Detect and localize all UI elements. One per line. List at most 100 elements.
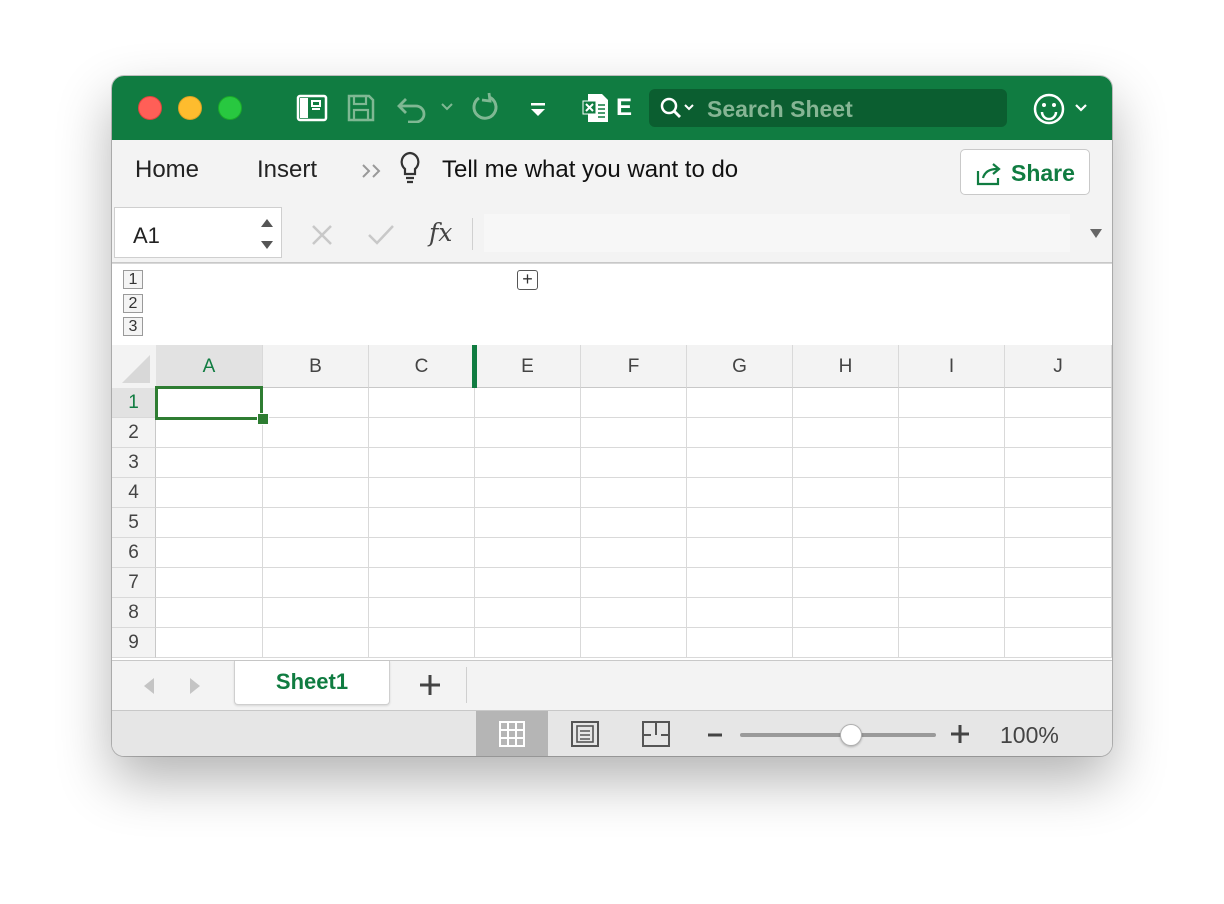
cell-j9[interactable] — [1005, 628, 1112, 658]
cell-f4[interactable] — [581, 478, 687, 508]
cell-a6[interactable] — [156, 538, 263, 568]
cell-h1[interactable] — [793, 388, 899, 418]
cell-e1[interactable] — [475, 388, 581, 418]
cell-c9[interactable] — [369, 628, 475, 658]
cell-h8[interactable] — [793, 598, 899, 628]
outline-level-3-button[interactable]: 3 — [123, 317, 143, 336]
cell-g6[interactable] — [687, 538, 793, 568]
cell-c6[interactable] — [369, 538, 475, 568]
cell-j8[interactable] — [1005, 598, 1112, 628]
cell-i7[interactable] — [899, 568, 1005, 598]
cell-j4[interactable] — [1005, 478, 1112, 508]
fill-handle[interactable] — [257, 413, 269, 425]
next-sheet-icon[interactable] — [186, 675, 204, 697]
name-box-stepper-icon[interactable] — [259, 216, 275, 252]
save-icon[interactable] — [346, 93, 376, 123]
cell-c8[interactable] — [369, 598, 475, 628]
cell-g3[interactable] — [687, 448, 793, 478]
cell-b1[interactable] — [263, 388, 369, 418]
prev-sheet-icon[interactable] — [140, 675, 158, 697]
cell-e3[interactable] — [475, 448, 581, 478]
row-header-9[interactable]: 9 — [112, 628, 156, 658]
hidden-column-marker[interactable] — [472, 345, 477, 388]
minimize-window-button[interactable] — [178, 96, 202, 120]
cell-a5[interactable] — [156, 508, 263, 538]
cell-c5[interactable] — [369, 508, 475, 538]
cell-b7[interactable] — [263, 568, 369, 598]
cell-g4[interactable] — [687, 478, 793, 508]
select-all-corner[interactable] — [112, 345, 156, 388]
cell-g2[interactable] — [687, 418, 793, 448]
column-header-b[interactable]: B — [263, 345, 369, 388]
cell-a3[interactable] — [156, 448, 263, 478]
close-window-button[interactable] — [138, 96, 162, 120]
cell-h3[interactable] — [793, 448, 899, 478]
chevron-down-icon[interactable] — [1074, 103, 1088, 113]
customize-toolbar-icon[interactable] — [528, 102, 548, 118]
expand-formula-bar-icon[interactable] — [1088, 227, 1104, 241]
cell-i3[interactable] — [899, 448, 1005, 478]
cell-h7[interactable] — [793, 568, 899, 598]
cell-b4[interactable] — [263, 478, 369, 508]
cell-e2[interactable] — [475, 418, 581, 448]
row-header-1[interactable]: 1 — [112, 388, 156, 418]
insert-function-button[interactable]: fx — [429, 218, 452, 247]
sidebar-toggle-icon[interactable] — [296, 93, 328, 123]
cell-g5[interactable] — [687, 508, 793, 538]
cell-i9[interactable] — [899, 628, 1005, 658]
zoom-slider-thumb[interactable] — [840, 724, 862, 746]
cell-c1[interactable] — [369, 388, 475, 418]
cell-j7[interactable] — [1005, 568, 1112, 598]
cell-f1[interactable] — [581, 388, 687, 418]
tab-home[interactable]: Home — [135, 156, 199, 184]
cell-g7[interactable] — [687, 568, 793, 598]
zoom-slider-track[interactable] — [740, 733, 936, 737]
undo-icon[interactable] — [396, 93, 432, 123]
column-header-c[interactable]: C — [369, 345, 475, 388]
column-header-f[interactable]: F — [581, 345, 687, 388]
cell-f5[interactable] — [581, 508, 687, 538]
sheet-tab-sheet1[interactable]: Sheet1 — [234, 661, 390, 705]
search-box[interactable] — [649, 89, 1007, 129]
row-header-3[interactable]: 3 — [112, 448, 156, 478]
page-layout-view-button[interactable] — [548, 711, 620, 756]
tell-me-search[interactable]: Tell me what you want to do — [442, 156, 738, 184]
more-tabs-chevron-icon[interactable] — [360, 162, 386, 180]
cell-g9[interactable] — [687, 628, 793, 658]
row-header-4[interactable]: 4 — [112, 478, 156, 508]
cell-c3[interactable] — [369, 448, 475, 478]
cell-h9[interactable] — [793, 628, 899, 658]
formula-input[interactable] — [484, 214, 1070, 252]
confirm-entry-icon[interactable] — [366, 222, 396, 248]
cell-b8[interactable] — [263, 598, 369, 628]
search-input[interactable] — [705, 89, 999, 129]
cell-i2[interactable] — [899, 418, 1005, 448]
cell-i6[interactable] — [899, 538, 1005, 568]
cell-a8[interactable] — [156, 598, 263, 628]
cell-h6[interactable] — [793, 538, 899, 568]
cell-c7[interactable] — [369, 568, 475, 598]
name-box[interactable]: A1 — [114, 207, 282, 258]
share-button[interactable]: Share — [960, 149, 1090, 195]
spreadsheet-grid[interactable]: A B C E F G H I J 123456789 — [112, 345, 1112, 660]
cancel-entry-icon[interactable] — [309, 222, 335, 248]
column-header-i[interactable]: I — [899, 345, 1005, 388]
cell-i1[interactable] — [899, 388, 1005, 418]
row-header-8[interactable]: 8 — [112, 598, 156, 628]
zoom-out-icon[interactable] — [706, 728, 724, 742]
redo-icon[interactable] — [470, 92, 502, 124]
cell-h4[interactable] — [793, 478, 899, 508]
row-header-7[interactable]: 7 — [112, 568, 156, 598]
cell-b6[interactable] — [263, 538, 369, 568]
tab-insert[interactable]: Insert — [257, 156, 317, 184]
cell-a7[interactable] — [156, 568, 263, 598]
cell-j5[interactable] — [1005, 508, 1112, 538]
cell-b2[interactable] — [263, 418, 369, 448]
normal-view-button[interactable] — [476, 711, 548, 756]
cell-f2[interactable] — [581, 418, 687, 448]
cell-f8[interactable] — [581, 598, 687, 628]
zoom-percentage[interactable]: 100% — [1000, 722, 1059, 749]
column-header-e[interactable]: E — [475, 345, 581, 388]
cell-g8[interactable] — [687, 598, 793, 628]
cell-b3[interactable] — [263, 448, 369, 478]
